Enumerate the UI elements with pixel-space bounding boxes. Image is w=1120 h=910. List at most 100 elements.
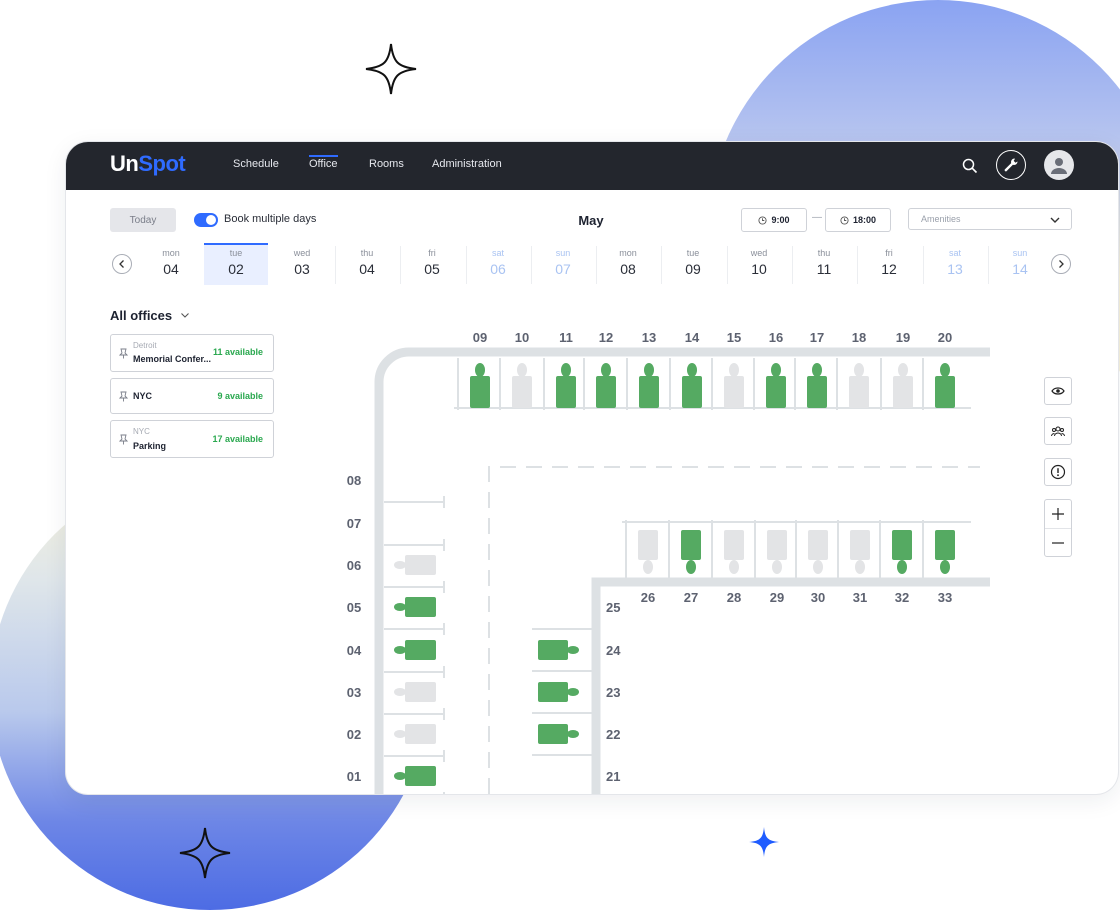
day-divider: [466, 246, 467, 284]
seat-11-chair[interactable]: [561, 363, 571, 377]
seat-09-desk[interactable]: [470, 376, 490, 408]
seat-20-desk[interactable]: [935, 376, 955, 408]
day-name: sun: [1012, 248, 1028, 258]
day-date: 09: [685, 261, 701, 277]
seat-16-desk[interactable]: [766, 376, 786, 408]
seat-number-label: 29: [770, 590, 784, 605]
day-divider: [988, 246, 989, 284]
day-date: 14: [1012, 261, 1028, 277]
seat-12-desk[interactable]: [596, 376, 616, 408]
zoom-in-icon: [1052, 508, 1064, 520]
seat-16-chair[interactable]: [771, 363, 781, 377]
zoom-in-button[interactable]: [1045, 500, 1071, 528]
day-name: thu: [817, 248, 831, 258]
seat-11-desk[interactable]: [556, 376, 576, 408]
seat-12-chair[interactable]: [601, 363, 611, 377]
seat-15-chair: [729, 363, 739, 377]
day-wed-03[interactable]: wed 03: [270, 243, 334, 285]
day-date: 07: [555, 261, 571, 277]
seat-05-chair[interactable]: [394, 603, 406, 611]
seat-number-label: 32: [895, 590, 909, 605]
seat-04-desk[interactable]: [405, 640, 436, 660]
people-button[interactable]: [1044, 417, 1072, 445]
seat-number-label: 27: [684, 590, 698, 605]
seat-23-desk[interactable]: [538, 682, 568, 702]
seat-13-chair[interactable]: [644, 363, 654, 377]
seat-09-chair[interactable]: [475, 363, 485, 377]
seat-02-chair: [394, 730, 406, 738]
day-fri-05[interactable]: fri 05: [400, 243, 464, 285]
day-tue-02[interactable]: tue 02: [204, 243, 268, 285]
visibility-button[interactable]: [1044, 377, 1072, 405]
day-divider: [923, 246, 924, 284]
seat-number-label: 06: [347, 558, 361, 573]
day-date: 02: [228, 261, 244, 277]
seat-03-chair: [394, 688, 406, 696]
seat-number-label: 08: [347, 473, 361, 488]
day-mon-04[interactable]: mon 04: [139, 243, 203, 285]
seat-24-desk[interactable]: [538, 640, 568, 660]
day-name: mon: [162, 248, 180, 258]
zoom-control: [1044, 499, 1072, 557]
day-name: wed: [750, 248, 768, 258]
seat-26-chair: [643, 560, 653, 574]
seat-number-label: 31: [853, 590, 867, 605]
seat-31-desk: [850, 530, 870, 560]
seat-28-chair: [729, 560, 739, 574]
seat-26-desk: [638, 530, 658, 560]
seat-17-desk[interactable]: [807, 376, 827, 408]
seat-number-label: 02: [347, 727, 361, 742]
floor-wall: [591, 577, 990, 794]
seat-17-chair[interactable]: [812, 363, 822, 377]
seat-22-desk[interactable]: [538, 724, 568, 744]
seat-number-label: 15: [727, 330, 741, 345]
seat-22-chair[interactable]: [567, 730, 579, 738]
alert-button[interactable]: [1044, 458, 1072, 486]
seat-23-chair[interactable]: [567, 688, 579, 696]
seat-14-desk[interactable]: [682, 376, 702, 408]
seat-number-label: 11: [559, 330, 573, 345]
seat-24-chair[interactable]: [567, 646, 579, 654]
seat-number-label: 13: [642, 330, 656, 345]
day-fri-12[interactable]: fri 12: [857, 243, 921, 285]
day-date: 03: [294, 261, 310, 277]
day-thu-11[interactable]: thu 11: [792, 243, 856, 285]
day-wed-10[interactable]: wed 10: [727, 243, 791, 285]
day-sun-07[interactable]: sun 07: [531, 243, 595, 285]
seat-33-chair[interactable]: [940, 560, 950, 574]
seat-32-chair[interactable]: [897, 560, 907, 574]
day-name: wed: [293, 248, 311, 258]
seat-04-chair[interactable]: [394, 646, 406, 654]
seat-33-desk[interactable]: [935, 530, 955, 560]
seat-27-chair[interactable]: [686, 560, 696, 574]
day-thu-04[interactable]: thu 04: [335, 243, 399, 285]
seat-05-desk[interactable]: [405, 597, 436, 617]
day-sat-13[interactable]: sat 13: [923, 243, 987, 285]
seat-13-desk[interactable]: [639, 376, 659, 408]
day-tue-09[interactable]: tue 09: [661, 243, 725, 285]
day-mon-08[interactable]: mon 08: [596, 243, 660, 285]
day-name: tue: [229, 248, 243, 258]
seat-06-chair: [394, 561, 406, 569]
seat-27-desk[interactable]: [681, 530, 701, 560]
day-sun-14[interactable]: sun 14: [988, 243, 1052, 285]
seat-number-label: 20: [938, 330, 952, 345]
seat-14-chair[interactable]: [687, 363, 697, 377]
day-date: 11: [816, 261, 832, 277]
seat-31-chair: [855, 560, 865, 574]
sparkle-icon: [365, 43, 417, 95]
seat-01-desk[interactable]: [405, 766, 436, 786]
seat-20-chair[interactable]: [940, 363, 950, 377]
seat-number-label: 18: [852, 330, 866, 345]
day-name: sat: [948, 248, 961, 258]
seat-number-label: 14: [685, 330, 700, 345]
seat-01-chair[interactable]: [394, 772, 406, 780]
seat-number-label: 33: [938, 590, 952, 605]
seat-32-desk[interactable]: [892, 530, 912, 560]
day-name: thu: [360, 248, 374, 258]
seat-30-desk: [808, 530, 828, 560]
seat-10-chair: [517, 363, 527, 377]
day-sat-06[interactable]: sat 06: [466, 243, 530, 285]
seat-29-chair: [772, 560, 782, 574]
zoom-out-button[interactable]: [1045, 529, 1071, 557]
